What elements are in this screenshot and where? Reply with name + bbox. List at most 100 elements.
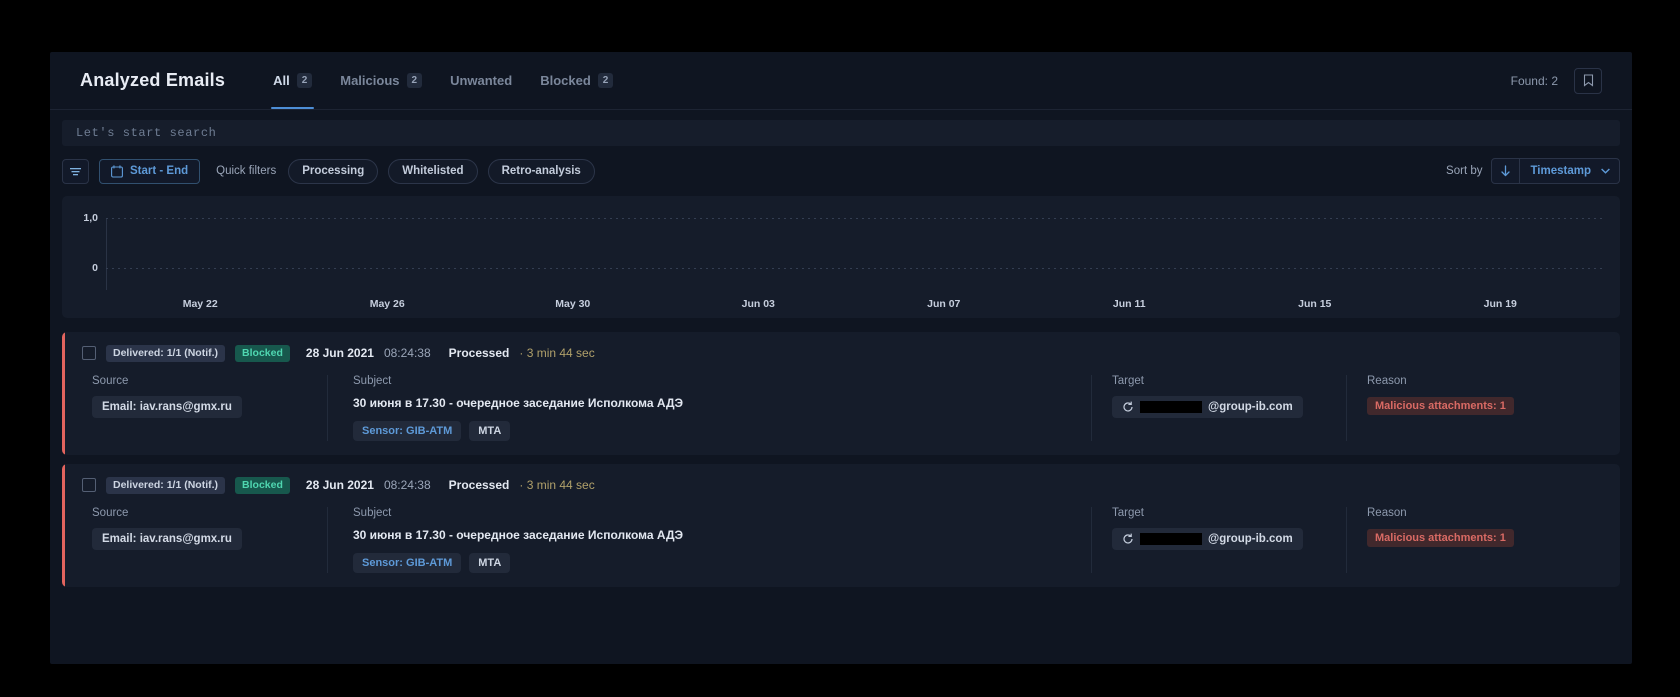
chart-x-labels: May 22 May 26 May 30 Jun 03 Jun 07 Jun 1… <box>106 298 1602 312</box>
reason-column: Reason Malicious attachments: 1 <box>1346 375 1604 441</box>
chip-retro-analysis[interactable]: Retro-analysis <box>487 158 595 184</box>
source-title: Source <box>92 375 129 387</box>
bookmark-icon <box>1583 74 1593 87</box>
refresh-icon <box>1123 401 1133 412</box>
subject-text[interactable]: 30 июня в 17.30 - очередное заседание Ис… <box>353 528 1091 542</box>
date-range-button[interactable]: Start - End <box>99 158 201 184</box>
calendar-icon <box>111 164 123 178</box>
search-section: Let's start search <box>50 110 1632 146</box>
tab-unwanted-label: Unwanted <box>450 73 513 88</box>
sort-direction-button[interactable] <box>1492 159 1521 183</box>
sensor-tag[interactable]: Sensor: GIB-ATM <box>353 421 462 441</box>
chart-x-tick-6: Jun 15 <box>1298 298 1332 310</box>
target-domain: @group-ib.com <box>1208 401 1293 413</box>
source-title: Source <box>92 507 129 519</box>
filter-icon <box>70 167 81 175</box>
chart-y-tick-1: 1,0 <box>83 212 98 224</box>
chart-x-tick-5: Jun 11 <box>1112 298 1146 310</box>
target-column: Target @group-ib.com <box>1091 375 1346 441</box>
page-header: Analyzed Emails All 2 Malicious 2 Unwant… <box>50 52 1632 110</box>
tab-malicious[interactable]: Malicious 2 <box>326 52 436 109</box>
chevron-down-icon <box>1601 168 1610 174</box>
analyzed-emails-panel: Analyzed Emails All 2 Malicious 2 Unwant… <box>50 52 1632 664</box>
tab-all[interactable]: All 2 <box>259 52 326 109</box>
reason-title: Reason <box>1367 507 1407 519</box>
email-time: 08:24:38 <box>383 346 431 360</box>
source-email[interactable]: Email: iav.rans@gmx.ru <box>92 528 242 550</box>
processing-duration: · 3 min 44 sec <box>519 478 595 492</box>
filter-button[interactable] <box>62 158 89 184</box>
table-row[interactable]: Delivered: 1/1 (Notif.) Blocked 28 Jun 2… <box>62 464 1620 587</box>
email-time: 08:24:38 <box>383 478 431 492</box>
tab-blocked-count: 2 <box>597 73 614 88</box>
chip-whitelisted[interactable]: Whitelisted <box>388 158 478 184</box>
delivered-badge: Delivered: 1/1 (Notif.) <box>106 476 226 494</box>
target-title: Target <box>1112 375 1144 387</box>
email-row-header: Delivered: 1/1 (Notif.) Blocked 28 Jun 2… <box>82 344 1604 362</box>
chart-x-tick-0: May 22 <box>182 298 218 310</box>
processing-duration: · 3 min 44 sec <box>519 346 595 360</box>
redacted-block <box>1140 533 1202 545</box>
tab-malicious-count: 2 <box>406 73 423 88</box>
status-badge: Blocked <box>235 344 290 362</box>
email-list: Delivered: 1/1 (Notif.) Blocked 28 Jun 2… <box>50 318 1632 587</box>
subject-title: Subject <box>353 507 392 519</box>
table-row[interactable]: Delivered: 1/1 (Notif.) Blocked 28 Jun 2… <box>62 332 1620 455</box>
sort-field-label: Timestamp <box>1530 165 1591 177</box>
quick-filters-label: Quick filters <box>216 165 277 177</box>
found-count-label: Found: 2 <box>1510 73 1558 88</box>
email-date: 28 Jun 2021 <box>305 346 374 360</box>
mta-tag[interactable]: MTA <box>469 553 511 573</box>
reason-value[interactable]: Malicious attachments: 1 <box>1367 529 1514 547</box>
target-email[interactable]: @group-ib.com <box>1112 396 1303 418</box>
sort-control[interactable]: Timestamp <box>1491 158 1620 184</box>
chart-x-tick-2: May 30 <box>555 298 591 310</box>
email-row-body: Source Email: iav.rans@gmx.ru Subject 30… <box>82 375 1604 441</box>
reason-value[interactable]: Malicious attachments: 1 <box>1367 397 1514 415</box>
bookmark-button[interactable] <box>1574 67 1602 94</box>
reason-title: Reason <box>1367 375 1407 387</box>
delivered-badge: Delivered: 1/1 (Notif.) <box>106 344 226 362</box>
source-column: Source Email: iav.rans@gmx.ru <box>82 507 327 573</box>
row-checkbox[interactable] <box>82 478 96 492</box>
subject-tags: Sensor: GIB-ATM MTA <box>353 421 1091 441</box>
subject-text[interactable]: 30 июня в 17.30 - очередное заседание Ис… <box>353 396 1091 410</box>
subject-column: Subject 30 июня в 17.30 - очередное засе… <box>327 507 1091 573</box>
chart-gridline-top <box>106 218 1602 219</box>
chart-y-ticks: 1,0 0 <box>72 196 98 318</box>
tab-unwanted[interactable]: Unwanted <box>436 52 526 109</box>
chart-x-tick-1: May 26 <box>369 298 405 310</box>
chart-gridline-bottom <box>106 268 1602 269</box>
sort-field-select[interactable]: Timestamp <box>1520 165 1619 177</box>
filter-bar: Start - End Quick filters Processing Whi… <box>50 146 1632 196</box>
status-badge: Blocked <box>235 476 290 494</box>
subject-tags: Sensor: GIB-ATM MTA <box>353 553 1091 573</box>
tab-bar: All 2 Malicious 2 Unwanted Blocked 2 <box>259 52 627 109</box>
target-email[interactable]: @group-ib.com <box>1112 528 1303 550</box>
tab-all-count: 2 <box>296 73 313 88</box>
chip-processing[interactable]: Processing <box>288 158 379 184</box>
timeline-chart: 1,0 0 May 22 May 26 May 30 Jun 03 Jun 07… <box>62 196 1620 318</box>
header-right: Found: 2 <box>1510 67 1602 94</box>
email-row-body: Source Email: iav.rans@gmx.ru Subject 30… <box>82 507 1604 573</box>
source-email[interactable]: Email: iav.rans@gmx.ru <box>92 396 242 418</box>
chart-x-tick-4: Jun 07 <box>927 298 961 310</box>
tab-blocked-label: Blocked <box>540 73 591 88</box>
chart-y-axis <box>106 218 107 290</box>
search-input[interactable]: Let's start search <box>62 120 1620 146</box>
tab-blocked[interactable]: Blocked 2 <box>526 52 627 109</box>
chart-plot-area: 1,0 0 May 22 May 26 May 30 Jun 03 Jun 07… <box>62 196 1620 318</box>
target-domain: @group-ib.com <box>1208 533 1293 545</box>
sensor-tag[interactable]: Sensor: GIB-ATM <box>353 553 462 573</box>
arrow-down-icon <box>1501 164 1511 176</box>
mta-tag[interactable]: MTA <box>469 421 511 441</box>
row-checkbox[interactable] <box>82 346 96 360</box>
subject-column: Subject 30 июня в 17.30 - очередное засе… <box>327 375 1091 441</box>
redacted-block <box>1140 401 1202 413</box>
chart-x-tick-3: Jun 03 <box>741 298 775 310</box>
chart-y-tick-0: 0 <box>92 262 98 274</box>
email-row-header: Delivered: 1/1 (Notif.) Blocked 28 Jun 2… <box>82 476 1604 494</box>
processed-label: Processed <box>448 478 510 492</box>
target-title: Target <box>1112 507 1144 519</box>
sort-by-label: Sort by <box>1446 165 1483 177</box>
